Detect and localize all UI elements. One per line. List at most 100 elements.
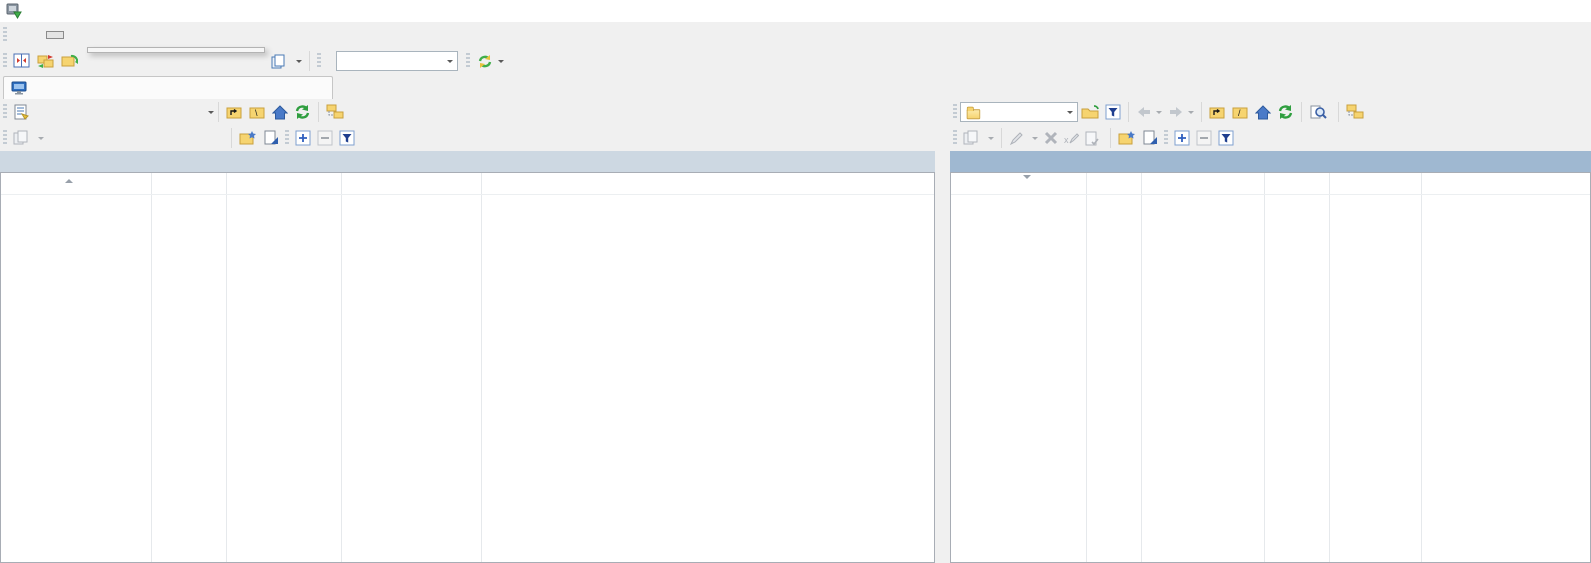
column-divider[interactable] [1264,173,1265,562]
session-tab[interactable] [3,76,333,99]
column-divider[interactable] [1329,173,1330,562]
toolbar-grip [317,53,321,69]
toolbar-grip [953,104,957,120]
local-parent-directory-button[interactable] [223,103,246,122]
remote-directory-select[interactable] [960,102,1078,122]
toolbar-separator [1128,102,1129,122]
edit-dropdown-arrow [1032,137,1038,143]
rename-button: x [1061,129,1082,148]
transfer-preset-cycle-button[interactable] [473,51,507,72]
local-directory-toolbar: \ [0,99,935,125]
menu-item-session[interactable] [82,31,100,39]
synchronize-browsing-button[interactable] [58,50,82,72]
download-button [960,128,997,148]
local-file-toolbar [0,125,935,151]
combo-arrow-icon [1067,111,1073,117]
upload-icon [13,130,30,146]
remote-root-directory-button[interactable]: / [1229,103,1252,122]
local-select-minus-button[interactable] [314,128,336,148]
remote-select-plus-button[interactable] [1171,128,1193,148]
synchronize-button[interactable] [34,50,58,72]
toolbar-separator [1001,128,1002,148]
remote-forward-button [1165,103,1197,121]
column-divider[interactable] [151,173,152,562]
remote-back-button [1133,103,1165,121]
toolbar-separator [318,102,319,122]
download-dropdown-arrow [988,137,994,143]
remote-open-directory-shortcut-button[interactable] [1343,102,1369,122]
local-refresh-button[interactable] [291,102,314,122]
toolbar-separator [1110,128,1111,148]
menu-item-local[interactable] [10,31,28,39]
toolbar-separator [231,128,232,148]
local-new-folder-button[interactable] [236,128,260,148]
column-divider[interactable] [481,173,482,562]
local-home-directory-button[interactable] [269,103,291,122]
toolbar-separator [1301,102,1302,122]
combo-arrow-icon [447,60,453,66]
preset-dropdown-arrow [498,60,504,66]
remote-file-panel [950,172,1591,563]
local-new-link-button[interactable] [260,128,282,148]
sort-descending-icon [1023,175,1031,183]
back-dropdown-arrow [1156,111,1162,117]
menu-item-remote[interactable] [118,31,136,39]
remote-new-link-button[interactable] [1139,128,1161,148]
local-path-bar[interactable] [0,151,935,172]
remote-refresh-button[interactable] [1274,102,1297,122]
remote-directory-toolbar: / [950,99,1591,125]
local-open-directory-shortcut-button[interactable] [323,102,349,122]
column-divider[interactable] [1421,173,1422,562]
winscp-window: \ [0,0,1591,563]
column-divider[interactable] [1086,173,1087,562]
back-arrow-icon [1136,105,1152,119]
remote-parent-directory-button[interactable] [1206,103,1229,122]
remote-home-directory-button[interactable] [1252,103,1274,122]
upload-dropdown-arrow [38,137,44,143]
menu-item-mark[interactable] [28,31,46,39]
menubar-grip [3,27,7,43]
local-filter-button[interactable] [336,128,358,148]
local-column-headers [1,173,934,195]
remote-new-folder-button[interactable] [1115,128,1139,148]
remote-filter-toggle-button[interactable] [1215,128,1237,148]
remote-open-directory-button[interactable] [1078,103,1102,122]
toolbar-separator [1338,102,1339,122]
local-root-directory-button[interactable]: \ [246,103,269,122]
remote-filter-button[interactable] [1102,102,1124,122]
toolbar-grip [3,104,7,120]
forward-arrow-icon [1168,105,1184,119]
files-menu [87,47,265,53]
remote-file-toolbar: x [950,125,1591,151]
column-divider[interactable] [1141,173,1142,562]
download-icon [963,130,980,146]
my-documents-icon [13,104,29,120]
upload-button [10,128,47,148]
local-select-plus-button[interactable] [292,128,314,148]
toolbar-grip [953,130,957,146]
menu-item-commands[interactable] [64,31,82,39]
transfer-settings-select[interactable] [336,51,458,71]
toolbar-separator [218,102,219,122]
menu-bar [0,22,1591,47]
properties-button [1082,129,1106,148]
sort-ascending-icon [65,175,73,183]
local-drive-select[interactable] [10,102,36,122]
toolbar-separator [309,51,310,71]
dock-layout-button[interactable] [10,50,34,72]
remote-select-minus-button[interactable] [1193,128,1215,148]
drive-dropdown-arrow [208,111,214,117]
queue-button[interactable] [268,51,305,71]
find-files-button[interactable] [1306,102,1334,122]
remote-path-bar[interactable] [950,151,1591,172]
toolbar-grip [466,53,470,69]
folder-icon [966,106,980,119]
menu-item-files[interactable] [46,31,64,39]
forward-dropdown-arrow [1188,111,1194,117]
column-divider[interactable] [226,173,227,562]
toolbar-grip [3,53,7,69]
menu-item-options[interactable] [100,31,118,39]
edit-button [1006,129,1041,148]
menu-item-help[interactable] [136,31,154,39]
column-divider[interactable] [341,173,342,562]
